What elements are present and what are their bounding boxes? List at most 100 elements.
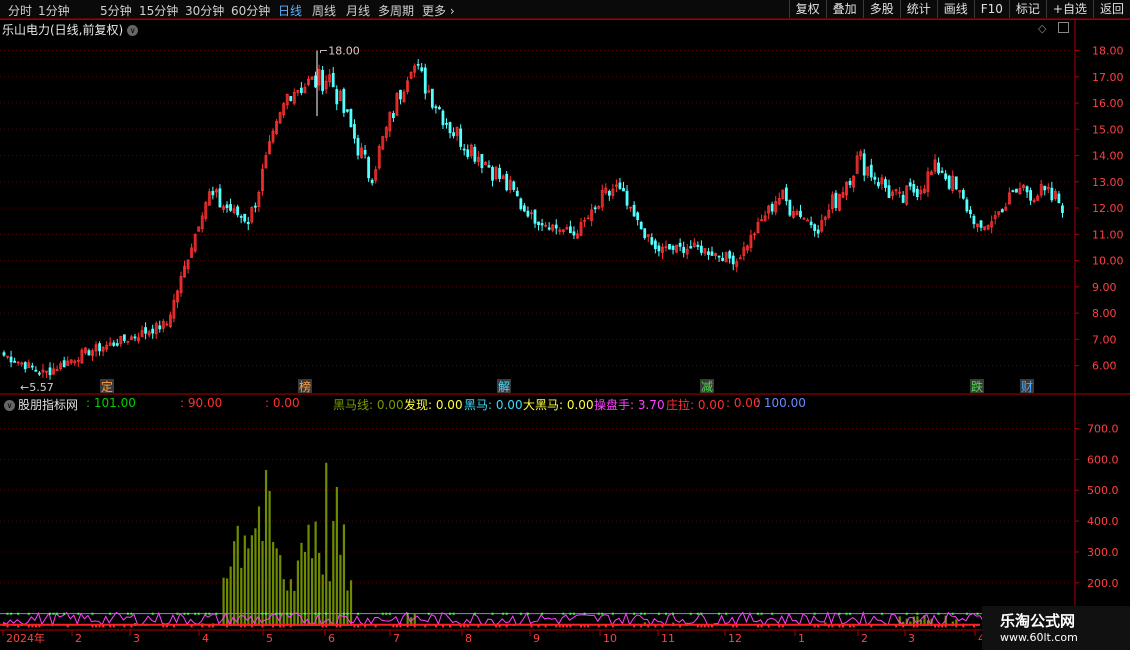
signal-dot [725,612,728,615]
back-button[interactable]: 返回 [1092,0,1130,18]
candle-body [52,368,55,375]
period-tab-multi[interactable]: 多周期 [378,2,414,19]
period-tab-more[interactable]: 更多 › [422,2,455,19]
signal-dot-red [38,625,41,628]
signal-dot-red [17,625,20,628]
indicator-value: 黑马线: 0.00 [333,398,404,412]
period-tab-daily[interactable]: 日线 [278,2,302,19]
date-axis-label: 2 [861,632,868,645]
candle-body [986,225,990,230]
signal-dot-red [587,625,590,628]
period-tab-15min[interactable]: 15分钟 [139,2,178,19]
candle-body [926,171,930,193]
multi-stock-button[interactable]: 多股 [862,0,900,18]
signal-dot [473,612,476,615]
chevron-down-icon[interactable]: ∨ [127,25,139,36]
period-tab-5min[interactable]: 5分钟 [100,2,132,19]
signal-dot-red [781,625,784,628]
indicator-bar [923,615,926,626]
indicator-bar [898,616,901,626]
candle-body [342,88,346,113]
signal-dot [526,612,529,615]
overlay-button[interactable]: 叠加 [825,0,863,18]
indicator-bar [318,552,321,626]
signal-dot-red [201,625,204,628]
candle-body [586,217,590,220]
signal-dot-red [243,625,246,628]
signal-dot-red [831,625,834,628]
indicator-axis-label: 300.0 [1087,546,1119,559]
kline-chart[interactable]: ⌐18.00←5.57 定榜解减跌财 18.0017.0016.0015.0014… [0,0,1130,650]
add-watchlist-button[interactable]: +自选 [1045,0,1093,18]
period-tab-30min[interactable]: 30分钟 [185,2,224,19]
candle-body [1043,185,1047,191]
candle-body [476,156,480,162]
candle-body [427,90,431,93]
candle-body [1050,187,1054,201]
indicator-value: 黑马: 0.00 [464,398,523,412]
event-marker-label: 榜 [299,379,311,394]
chevron-down-icon[interactable]: ∨ [4,400,15,411]
watermark-title: 乐淘公式网 [1000,612,1076,630]
indicator-bar [222,577,225,626]
candle-body [204,202,208,219]
candle-body [147,331,151,336]
candle-body [2,352,6,356]
period-tab-monthly[interactable]: 月线 [346,2,370,19]
signal-dot-red [941,625,944,628]
indicator-name[interactable]: 股朋指标网 [18,398,78,412]
candle-body [565,227,569,230]
f10-button[interactable]: F10 [973,0,1009,18]
signal-dot [569,612,572,615]
candle-body [268,141,271,155]
draw-line-button[interactable]: 画线 [936,0,974,18]
candle-body [770,203,774,212]
indicator-bar [672,622,675,626]
candle-body [544,224,548,227]
signal-dot-red [27,625,30,628]
candle-body [515,190,519,197]
candle-body [243,213,247,222]
mark-button[interactable]: 标记 [1008,0,1046,18]
signal-dot-red [123,625,126,628]
candle-body [537,221,540,226]
candle-body [20,362,24,365]
candle-body [9,356,13,363]
candle-body [462,148,466,151]
candle-body [547,227,551,230]
candle-body [954,176,958,190]
signal-dot [838,612,841,615]
candle-body [282,103,286,116]
candle-body [328,74,332,83]
event-marker-box [497,379,511,393]
candle-body [473,146,477,162]
candle-body [965,199,969,212]
candle-body [377,146,381,169]
candle-body [55,369,59,372]
diamond-icon[interactable]: ◇ [1038,22,1046,35]
candle-body [919,190,923,195]
period-tab-1min[interactable]: 1分钟 [38,2,70,19]
signal-dot [275,612,278,615]
candle-body [292,91,296,104]
indicator-bar [930,618,933,626]
more-label: 更多 [422,4,447,18]
window-icon[interactable] [1058,22,1069,33]
candle-body [522,205,526,212]
candle-body [459,128,463,147]
period-tab-60min[interactable]: 60分钟 [231,2,270,19]
period-tab-fenshi[interactable]: 分时 [8,2,32,19]
period-tab-weekly[interactable]: 周线 [312,2,336,19]
signal-dot-red [413,625,416,628]
candle-body [632,204,636,217]
candle-body [618,182,622,189]
statistics-button[interactable]: 统计 [899,0,937,18]
indicator-bar [268,490,271,626]
signal-dot [346,612,349,615]
fuquan-button[interactable]: 复权 [788,0,826,18]
signal-dot [849,612,852,615]
signal-dot-red [654,625,657,628]
signal-dot-red [282,625,285,628]
chart-title[interactable]: 乐山电力(日线,前复权) ∨ [2,21,139,38]
candle-body [115,343,119,346]
